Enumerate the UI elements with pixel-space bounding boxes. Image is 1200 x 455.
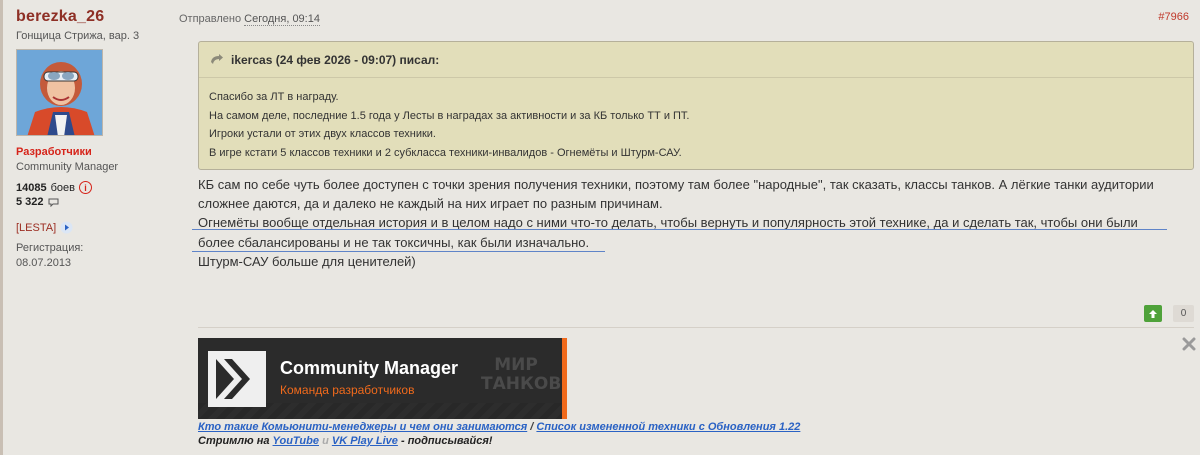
battles-label: боев	[50, 181, 75, 194]
stream-prefix: Стримлю на	[198, 435, 270, 447]
stream-line: Стримлю на YouTube и VK Play Live - подп…	[198, 435, 492, 447]
post-line: сложнее даются, да и далеко не каждый на…	[198, 196, 663, 212]
banner-logo	[208, 351, 266, 407]
post-number-link[interactable]: #7966	[1158, 11, 1189, 23]
banner-game-logo: МИР ТАНКОВ	[481, 355, 562, 394]
posts-count: 5 322	[16, 196, 44, 208]
registration-date: 08.07.2013	[16, 257, 72, 269]
quote-line: Спасибо за ЛТ в награду.	[209, 91, 339, 103]
quote-line: Игроки устали от этих двух классов техни…	[209, 128, 436, 140]
avatar-image	[17, 50, 102, 135]
chevron-logo-icon	[216, 359, 250, 399]
clan-arrow-icon[interactable]	[60, 221, 73, 234]
author-name[interactable]: berezka_26	[16, 8, 176, 26]
post-meta: Отправлено Сегодня, 09:14	[179, 13, 320, 26]
quote-snapback-icon[interactable]	[210, 53, 224, 66]
close-icon[interactable]	[1182, 337, 1196, 351]
banner-logo-line: ТАНКОВ	[481, 374, 562, 394]
post-line: Штурм-САУ больше для ценителей)	[198, 253, 416, 269]
highlight-underline	[192, 251, 605, 252]
vote-up-button[interactable]	[1144, 305, 1162, 322]
youtube-link[interactable]: YouTube	[273, 435, 319, 447]
highlight-underline	[192, 229, 1167, 230]
banner-title: Community Manager	[280, 358, 459, 378]
post-time[interactable]: Сегодня, 09:14	[244, 13, 320, 26]
forum-post: berezka_26 Гонщица Стрижа, вар. 3 Разраб…	[0, 0, 1200, 455]
post-line: более сбалансированы и не так токсичны, …	[198, 234, 590, 250]
sent-label: Отправлено	[179, 13, 242, 25]
banner-logo-line: МИР	[494, 355, 538, 375]
vkplay-link[interactable]: VK Play Live	[332, 435, 398, 447]
stream-suffix: - подписывайся!	[400, 435, 493, 447]
link-divider: /	[530, 421, 534, 433]
post-body: КБ сам по себе чуть более доступен с точ…	[198, 175, 1188, 271]
author-title: Гонщица Стрижа, вар. 3	[16, 30, 140, 42]
cm-info-link[interactable]: Кто такие Комьюнити-менеджеры и чем они …	[198, 421, 527, 433]
clan-name[interactable]: [LESTA]	[16, 222, 56, 234]
registration-label: Регистрация:	[16, 242, 84, 254]
quote-block: ikercas (24 фев 2026 - 09:07) писал: Спа…	[198, 41, 1194, 170]
battles-stat: 14085 боев i	[16, 181, 176, 194]
posts-stat: 5 322	[16, 196, 176, 208]
comment-icon	[48, 198, 59, 207]
quote-body: Спасибо за ЛТ в награду. На самом деле, …	[199, 78, 1193, 162]
author-role: Community Manager	[16, 161, 119, 173]
clan-tag[interactable]: [LESTA]	[16, 221, 176, 234]
arrow-up-icon	[1149, 309, 1157, 318]
quote-author: ikercas (24 фев 2026 - 09:07) писал:	[231, 52, 440, 67]
signature-links: Кто такие Комьюнити-менеджеры и чем они …	[198, 421, 800, 433]
signature-banner[interactable]: Community Manager Команда разработчиков …	[198, 338, 567, 419]
signature-divider	[198, 327, 1194, 328]
avatar[interactable]	[16, 49, 103, 136]
info-icon[interactable]: i	[78, 181, 92, 194]
quote-header: ikercas (24 фев 2026 - 09:07) писал:	[199, 42, 1193, 78]
quote-line: На самом деле, последние 1.5 года у Лест…	[209, 109, 690, 122]
and-word: и	[322, 435, 329, 447]
banner-subtitle: Команда разработчиков	[280, 383, 415, 397]
rating-count: 0	[1173, 305, 1194, 322]
post-line: КБ сам по себе чуть более доступен с точ…	[198, 177, 1154, 192]
quote-line: В игре кстати 5 классов техники и 2 субк…	[209, 146, 682, 159]
battles-count: 14085	[16, 181, 47, 194]
author-group: Разработчики	[16, 146, 92, 158]
changed-vehicles-link[interactable]: Список измененной техники с Обновления 1…	[536, 421, 800, 433]
author-panel: berezka_26 Гонщица Стрижа, вар. 3 Разраб…	[16, 8, 176, 269]
